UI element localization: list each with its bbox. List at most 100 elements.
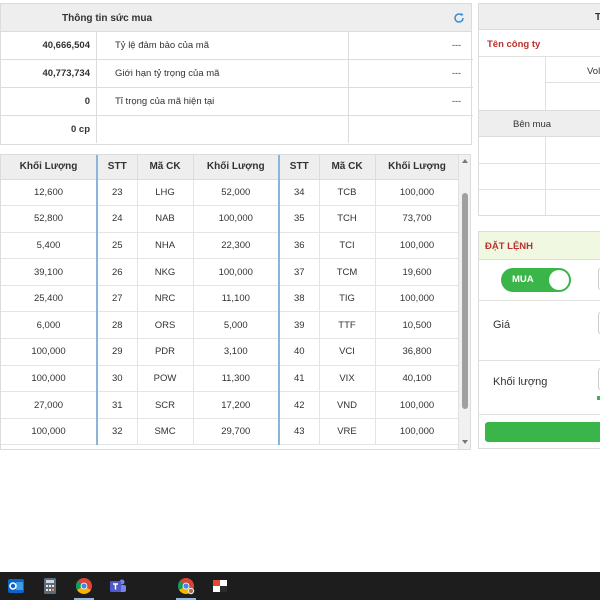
cell-volume: 29,700 bbox=[193, 418, 280, 446]
cell-stt: 39 bbox=[279, 311, 320, 340]
table-row[interactable]: 52,800 24 NAB 100,000 35 TCH 73,700 bbox=[1, 205, 460, 233]
cell-volume: 100,000 bbox=[375, 232, 460, 260]
table-row[interactable]: 5,400 25 NHA 22,300 36 TCI 100,000 bbox=[1, 232, 460, 260]
cell-volume: 100,000 bbox=[193, 205, 280, 233]
table-row[interactable]: 27,000 31 SCR 17,200 42 VND 100,000 bbox=[1, 391, 460, 419]
table-row[interactable]: 39,100 26 NKG 100,000 37 TCM 19,600 bbox=[1, 258, 460, 286]
header-symbol[interactable]: Mã CK bbox=[319, 155, 376, 180]
table-scrollbar[interactable] bbox=[458, 155, 470, 449]
buying-row: 40,773,734 Giới hạn tỷ trọng của mã --- bbox=[1, 60, 473, 88]
buying-value: 0 cp bbox=[1, 116, 97, 143]
order-panel: ĐẶT LỆNH MUA Giá Khối lượng bbox=[478, 231, 600, 449]
header-volume[interactable]: Khối Lượng bbox=[1, 155, 98, 180]
toggle-label: MUA bbox=[512, 274, 534, 285]
place-order-button[interactable] bbox=[485, 422, 600, 442]
table-row[interactable]: 12,600 23 LHG 52,000 34 TCB 100,000 bbox=[1, 179, 460, 207]
cell-volume: 11,300 bbox=[193, 365, 280, 393]
grid-line bbox=[479, 163, 600, 164]
cell-symbol: TIG bbox=[319, 285, 376, 313]
cell-volume: 22,300 bbox=[193, 232, 280, 260]
cell-stt: 25 bbox=[97, 232, 138, 260]
bid-header: Bên mua bbox=[479, 110, 600, 137]
refresh-icon[interactable] bbox=[453, 12, 465, 24]
header-volume[interactable]: Khối Lượng bbox=[193, 155, 280, 180]
table-row[interactable]: 25,400 27 NRC 11,100 38 TIG 100,000 bbox=[1, 285, 460, 313]
cell-volume: 27,000 bbox=[1, 391, 98, 419]
buy-sell-toggle[interactable]: MUA bbox=[501, 268, 571, 292]
divider bbox=[479, 300, 600, 301]
cell-volume: 100,000 bbox=[1, 365, 98, 393]
scroll-down-icon[interactable] bbox=[462, 440, 468, 444]
cell-volume: 100,000 bbox=[375, 285, 460, 313]
cell-volume: 73,700 bbox=[375, 205, 460, 233]
cell-symbol: ORS bbox=[137, 311, 194, 340]
cell-volume: 39,100 bbox=[1, 258, 98, 286]
cell-volume: 3,100 bbox=[193, 338, 280, 366]
cell-symbol: SCR bbox=[137, 391, 194, 419]
cell-stt: 43 bbox=[279, 418, 320, 446]
table-row[interactable]: 100,000 30 POW 11,300 41 VIX 40,100 bbox=[1, 365, 460, 393]
quantity-label: Khối lượng bbox=[493, 376, 548, 388]
buying-extra: --- bbox=[452, 68, 461, 78]
cell-stt: 29 bbox=[97, 338, 138, 366]
table-row[interactable]: 100,000 29 PDR 3,100 40 VCI 36,800 bbox=[1, 338, 460, 366]
cell-volume: 100,000 bbox=[375, 418, 460, 446]
scroll-thumb[interactable] bbox=[462, 193, 468, 409]
buying-row: 40,666,504 Tỷ lệ đảm bảo của mã --- bbox=[1, 32, 473, 60]
cell-symbol: PDR bbox=[137, 338, 194, 366]
cell-stt: 32 bbox=[97, 418, 138, 446]
grid-line bbox=[479, 56, 600, 57]
divider bbox=[479, 360, 600, 361]
table-row[interactable]: 6,000 28 ORS 5,000 39 TTF 10,500 bbox=[1, 311, 460, 340]
buying-label: Giới hạn tỷ trọng của mã bbox=[97, 60, 349, 87]
cell-volume: 52,000 bbox=[193, 179, 280, 207]
cell-stt: 42 bbox=[279, 391, 320, 419]
header-stt[interactable]: STT bbox=[97, 155, 138, 180]
cell-volume: 36,800 bbox=[375, 338, 460, 366]
order-header: ĐẶT LỆNH bbox=[479, 232, 600, 260]
cell-symbol: SMC bbox=[137, 418, 194, 446]
cell-volume: 5,000 bbox=[193, 311, 280, 340]
outlook-icon[interactable] bbox=[6, 576, 26, 596]
cell-volume: 10,500 bbox=[375, 311, 460, 340]
cell-volume: 25,400 bbox=[1, 285, 98, 313]
header-stt[interactable]: STT bbox=[279, 155, 320, 180]
vol-label: Vol bbox=[587, 66, 600, 77]
chrome-profile-icon[interactable] bbox=[176, 576, 196, 596]
cell-stt: 40 bbox=[279, 338, 320, 366]
calculator-icon[interactable] bbox=[40, 576, 60, 596]
stock-table-header-row: Khối Lượng STT Mã CK Khối Lượng STT Mã C… bbox=[1, 155, 460, 180]
header-symbol[interactable]: Mã CK bbox=[137, 155, 194, 180]
cell-volume: 40,100 bbox=[375, 365, 460, 393]
cell-symbol: VND bbox=[319, 391, 376, 419]
cell-symbol: TTF bbox=[319, 311, 376, 340]
teams-icon[interactable] bbox=[108, 576, 128, 596]
buying-label bbox=[97, 116, 349, 143]
cell-symbol: POW bbox=[137, 365, 194, 393]
buying-extra: --- bbox=[452, 96, 461, 106]
cell-volume: 17,200 bbox=[193, 391, 280, 419]
cell-symbol: NRC bbox=[137, 285, 194, 313]
cell-symbol: NAB bbox=[137, 205, 194, 233]
order-title: ĐẶT LỆNH bbox=[485, 241, 534, 252]
chrome-icon[interactable] bbox=[74, 576, 94, 596]
cell-symbol: VRE bbox=[319, 418, 376, 446]
cell-volume: 100,000 bbox=[375, 179, 460, 207]
cell-stt: 37 bbox=[279, 258, 320, 286]
cell-volume: 12,600 bbox=[1, 179, 98, 207]
taskbar bbox=[0, 572, 600, 600]
scroll-up-icon[interactable] bbox=[462, 159, 468, 163]
cell-volume: 100,000 bbox=[193, 258, 280, 286]
cell-volume: 11,100 bbox=[193, 285, 280, 313]
divider bbox=[479, 414, 600, 415]
buying-value: 40,666,504 bbox=[1, 32, 97, 59]
bid-label: Bên mua bbox=[513, 119, 552, 130]
buying-power-panel: Thông tin sức mua 40,666,504 Tỷ lệ đảm b… bbox=[0, 3, 473, 145]
company-panel: Tên công ty Vol Bên mua bbox=[478, 30, 600, 216]
grid-line bbox=[545, 137, 546, 216]
table-row[interactable]: 100,000 32 SMC 29,700 43 VRE 100,000 bbox=[1, 418, 460, 446]
cell-stt: 36 bbox=[279, 232, 320, 260]
cell-stt: 34 bbox=[279, 179, 320, 207]
header-volume[interactable]: Khối Lượng bbox=[375, 155, 460, 180]
app-icon[interactable] bbox=[210, 576, 230, 596]
